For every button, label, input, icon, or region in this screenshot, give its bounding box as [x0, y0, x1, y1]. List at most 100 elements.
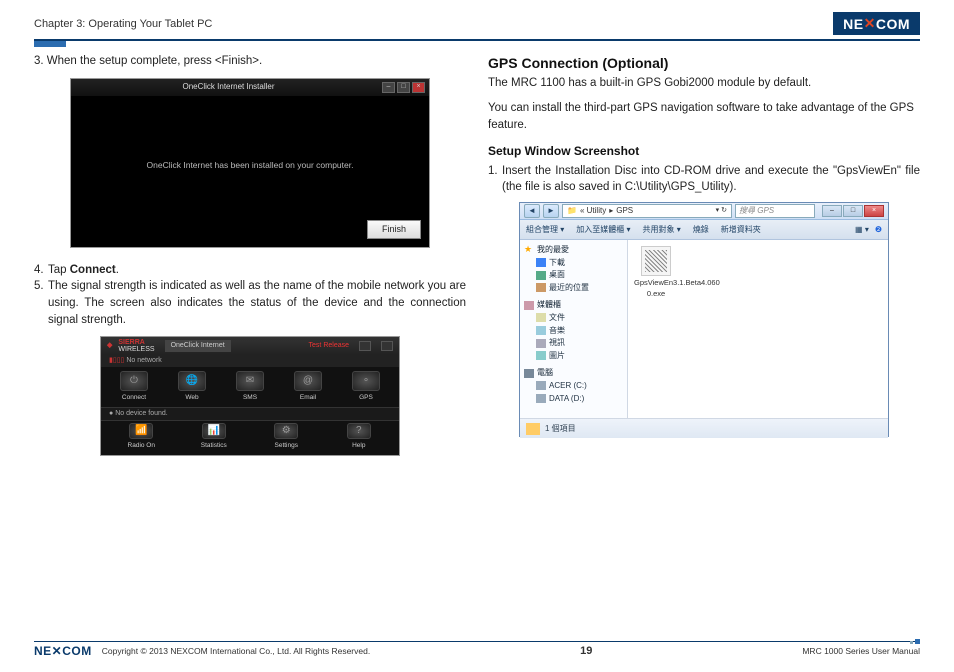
file-name: GpsViewEn3.1.Beta4.060 0.exe	[634, 278, 678, 300]
desktop-icon	[536, 271, 546, 280]
right-p2: You can install the third-part GPS navig…	[488, 100, 920, 133]
tree-lib3: 圖片	[549, 350, 565, 362]
folder-icon	[526, 423, 540, 435]
sms-icon: ✉	[236, 371, 264, 391]
win-min-icon: –	[822, 205, 842, 217]
copyright-text: Copyright © 2013 NEXCOM International Co…	[102, 646, 370, 656]
email-label: Email	[285, 393, 331, 402]
view-icon: ▦ ▾	[855, 224, 869, 236]
step3-text: 3. When the setup complete, press <Finis…	[34, 53, 466, 70]
music-icon	[536, 326, 546, 335]
explorer-screenshot: ◄ ► 📁 « Utility ▸ GPS ▾ ↻ 搜尋 GPS – □ × 組…	[519, 202, 889, 437]
forward-icon: ►	[543, 204, 559, 218]
tb3: 燒錄	[693, 224, 709, 236]
step5-num: 5.	[34, 278, 48, 328]
back-icon: ◄	[524, 204, 540, 218]
stats-label: Statistics	[191, 441, 237, 450]
stats-icon: 📊	[202, 423, 226, 439]
finish-button: Finish	[367, 220, 421, 239]
sierra-title: OneClick Internet	[165, 340, 231, 352]
documents-icon	[536, 313, 546, 322]
step5-text: The signal strength is indicated as well…	[48, 278, 466, 328]
sierra-brand2: WIRELESS	[118, 346, 154, 353]
computer-icon	[524, 369, 534, 378]
tree-fav0: 下載	[549, 257, 565, 269]
sierra-row2: 📶 Radio On 📊 Statistics ⚙ Settings ? Help	[101, 421, 399, 452]
chapter-label: Chapter 3: Operating Your Tablet PC	[34, 18, 212, 30]
path-b: GPS	[616, 205, 633, 217]
page-footer: NE✕COM Copyright © 2013 NEXCOM Internati…	[34, 641, 920, 658]
header-accent	[34, 41, 66, 47]
section-heading: GPS Connection (Optional)	[488, 53, 920, 73]
libraries-icon	[524, 301, 534, 310]
header-rule	[34, 39, 920, 41]
connect-label: Connect	[111, 393, 157, 402]
sierra-brand1: SIERRA	[118, 339, 154, 346]
drive-d-icon	[536, 394, 546, 403]
installer-screenshot: OneClick Internet Installer – □ × OneCli…	[70, 78, 430, 248]
favorites-icon: ★	[524, 245, 534, 254]
help-icon: ?	[347, 423, 371, 439]
right-column: GPS Connection (Optional) The MRC 1100 h…	[488, 53, 920, 456]
status-text: 1 個項目	[545, 423, 576, 435]
step5: 5. The signal strength is indicated as w…	[34, 278, 466, 328]
step4-num: 4.	[34, 262, 48, 279]
explorer-tree: ★我的最愛 下載 桌面 最近的位置 媒體櫃 文件 音樂 視訊 圖片 電腦	[520, 240, 628, 418]
tree-c0: ACER (C:)	[549, 380, 587, 392]
settings-icon: ⚙	[274, 423, 298, 439]
r-step1-num: 1.	[488, 163, 502, 196]
pictures-icon	[536, 351, 546, 360]
tree-lib1: 音樂	[549, 325, 565, 337]
address-bar: 📁 « Utility ▸ GPS ▾ ↻	[562, 204, 732, 218]
sierra-screenshot: ◆ SIERRA WIRELESS OneClick Internet Test…	[100, 336, 400, 456]
explorer-statusbar: 1 個項目	[520, 418, 888, 438]
sierra-minimize-icon	[359, 341, 371, 351]
footer-logo: NE✕COM	[34, 644, 92, 658]
help-label: Help	[336, 441, 382, 450]
help-icon2: ❷	[875, 224, 882, 236]
step4-b: Connect	[70, 264, 116, 276]
settings-label: Settings	[263, 441, 309, 450]
gps-icon: ∘	[352, 371, 380, 391]
close-icon: ×	[412, 82, 425, 93]
tree-comp: 電腦	[537, 367, 553, 379]
explorer-toolbar: 組合管理 ▾ 加入至媒體櫃 ▾ 共用對象 ▾ 燒錄 新增資料夾 ▦ ▾❷	[520, 220, 888, 240]
explorer-content: GpsViewEn3.1.Beta4.060 0.exe	[628, 240, 888, 418]
sierra-logo-icon: ◆	[107, 341, 112, 351]
drive-c-icon	[536, 381, 546, 390]
r-step1-text: Insert the Installation Disc into CD-ROM…	[502, 163, 920, 196]
exe-file-icon	[641, 246, 671, 276]
step4-c: .	[116, 264, 119, 276]
downloads-icon	[536, 258, 546, 267]
right-step1: 1. Insert the Installation Disc into CD-…	[488, 163, 920, 196]
recent-icon	[536, 283, 546, 292]
sierra-test: Test Release	[309, 341, 349, 351]
sierra-nonet: No network	[126, 357, 161, 364]
header-logo: NE✕COM	[833, 12, 920, 35]
page-number: 19	[580, 645, 592, 657]
file-item: GpsViewEn3.1.Beta4.060 0.exe	[634, 246, 678, 300]
sierra-nodev: No device found.	[115, 410, 168, 417]
win-close-icon: ×	[864, 205, 884, 217]
tree-fav1: 桌面	[549, 269, 565, 281]
search-field: 搜尋 GPS	[735, 204, 815, 218]
tree-lib0: 文件	[549, 312, 565, 324]
sierra-row1: ⏻Connect 🌐Web ✉SMS @Email ∘GPS	[101, 367, 399, 406]
win-max-icon: □	[843, 205, 863, 217]
subsection-heading: Setup Window Screenshot	[488, 143, 920, 160]
step4: 4. Tap Connect.	[34, 262, 466, 279]
videos-icon	[536, 339, 546, 348]
radio-label: Radio On	[118, 441, 164, 450]
email-icon: @	[294, 371, 322, 391]
connect-icon: ⏻	[120, 371, 148, 391]
tb1: 加入至媒體櫃 ▾	[576, 224, 630, 236]
installer-title: OneClick Internet Installer	[75, 81, 382, 93]
path-a: « Utility	[580, 205, 606, 217]
installer-body-text: OneClick Internet has been installed on …	[71, 159, 429, 171]
radio-icon: 📶	[129, 423, 153, 439]
tree-lib2: 視訊	[549, 337, 565, 349]
sms-label: SMS	[227, 393, 273, 402]
web-label: Web	[169, 393, 215, 402]
minimize-icon: –	[382, 82, 395, 93]
right-p1: The MRC 1100 has a built-in GPS Gobi2000…	[488, 75, 920, 92]
